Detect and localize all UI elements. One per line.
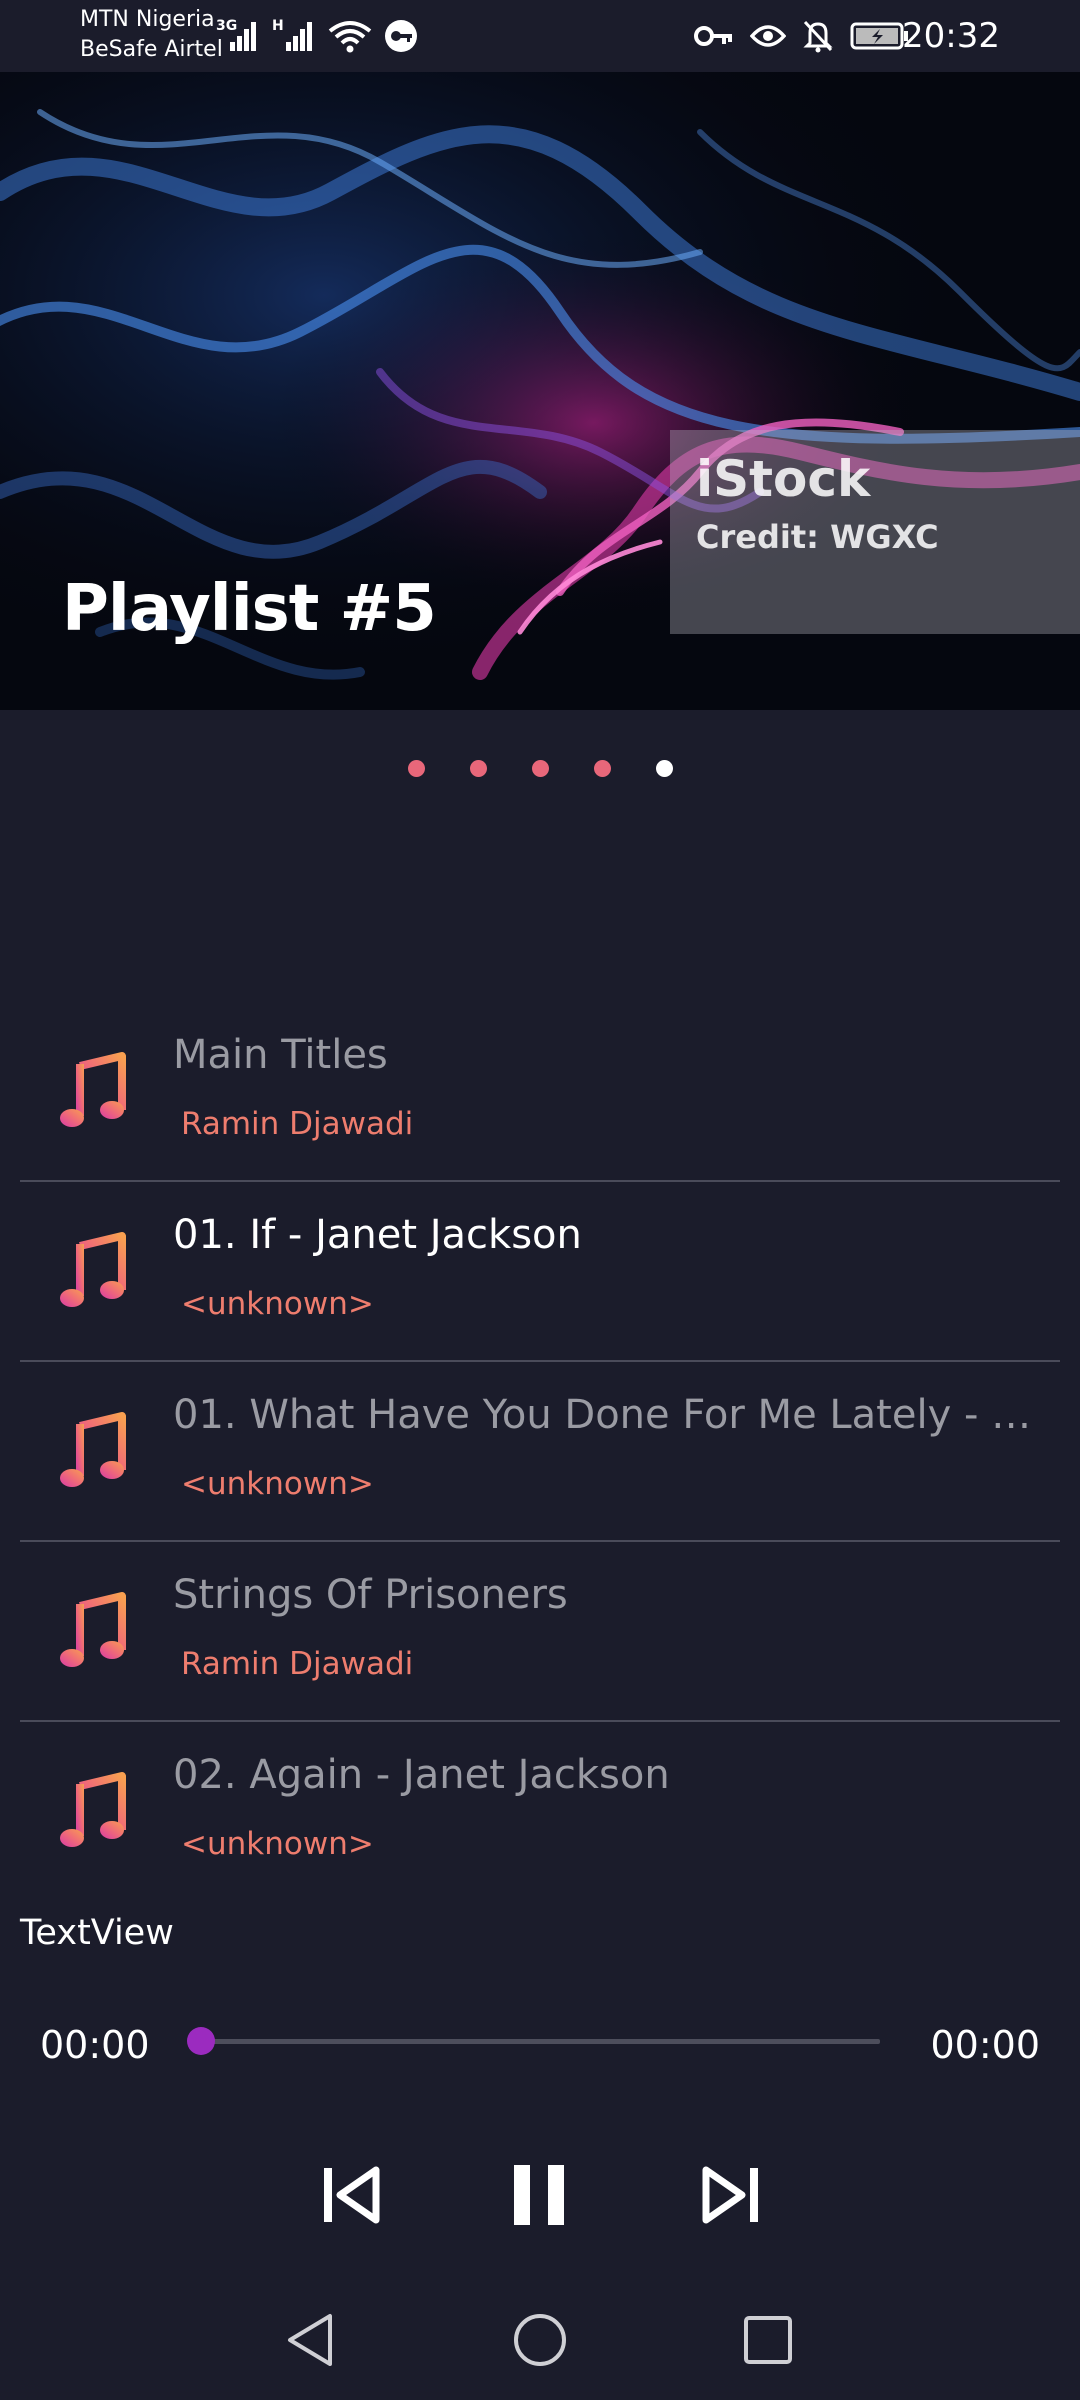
back-icon [288,2314,332,2366]
page-dot[interactable] [656,760,673,777]
bell-off-icon [803,20,833,53]
network-type-label: 3G [216,18,238,34]
track-artist: Ramin Djawadi [181,1106,414,1142]
pause-icon [514,2165,564,2225]
track-item[interactable]: 02. Again - Janet Jackson <unknown> [20,1722,1060,1900]
nav-recents-button[interactable] [738,2310,798,2370]
nav-back-button[interactable] [280,2310,340,2370]
next-button[interactable] [692,2160,772,2230]
nav-home-button[interactable] [510,2310,570,2370]
track-artist: <unknown> [181,1466,374,1502]
seek-bar[interactable] [200,2039,880,2044]
status-bar: MTN Nigeria BeSafe Airtel 3G H 20:32 [0,0,1080,72]
signal-icon: 3G [216,18,260,52]
watermark-brand: iStock [696,450,871,508]
playlist-title: Playlist #5 [62,572,437,646]
carrier-name-primary: MTN Nigeria [80,7,215,32]
battery-icon [850,22,908,50]
clock: 20:32 [902,16,1000,56]
watermark: iStock Credit: WGXC [670,430,1080,634]
track-item[interactable]: Main Titles Ramin Djawadi [20,1002,1060,1182]
seek-thumb[interactable] [187,2027,215,2055]
music-note-icon [60,1412,126,1487]
track-artist: <unknown> [181,1286,374,1322]
track-title: Strings Of Prisoners [173,1572,568,1618]
track-title: 01. What Have You Done For Me Lately - J… [173,1392,1033,1438]
music-note-icon [60,1772,126,1847]
page-dot[interactable] [408,760,425,777]
page-dot[interactable] [532,760,549,777]
network-type-label: H [272,18,284,34]
wifi-icon [328,21,372,53]
track-artist: Ramin Djawadi [181,1646,414,1682]
previous-button[interactable] [310,2160,390,2230]
track-title: 02. Again - Janet Jackson [173,1752,670,1798]
playlist-banner[interactable]: iStock Credit: WGXC Playlist #5 [0,72,1080,710]
track-item[interactable]: 01. If - Janet Jackson <unknown> [20,1182,1060,1362]
current-time: 00:00 [40,2023,150,2067]
pause-button[interactable] [500,2160,580,2230]
watermark-credit: Credit: WGXC [696,518,939,556]
skip-previous-icon [324,2166,380,2224]
vpn-icon [385,20,417,52]
music-note-icon [60,1592,126,1667]
track-artist: <unknown> [181,1826,374,1862]
skip-next-icon [702,2166,758,2224]
track-title: 01. If - Janet Jackson [173,1212,582,1258]
track-list: Main Titles Ramin Djawadi 01. If - Janet J… [20,1002,1060,1900]
page-dot[interactable] [594,760,611,777]
track-title: Main Titles [173,1032,388,1078]
key-icon [694,26,732,46]
signal-icon: H [272,18,316,52]
page-dot[interactable] [470,760,487,777]
track-item[interactable]: Strings Of Prisoners Ramin Djawadi [20,1542,1060,1722]
page-indicator[interactable] [0,760,1080,780]
total-time: 00:00 [930,2023,1040,2067]
music-note-icon [60,1232,126,1307]
home-icon [514,2314,566,2366]
track-item[interactable]: 01. What Have You Done For Me Lately - J… [20,1362,1060,1542]
recents-icon [744,2316,792,2364]
music-note-icon [60,1052,126,1127]
eye-icon [750,25,786,47]
now-playing-text: TextView [20,1913,174,1953]
carrier-name-secondary: BeSafe Airtel [80,37,223,62]
